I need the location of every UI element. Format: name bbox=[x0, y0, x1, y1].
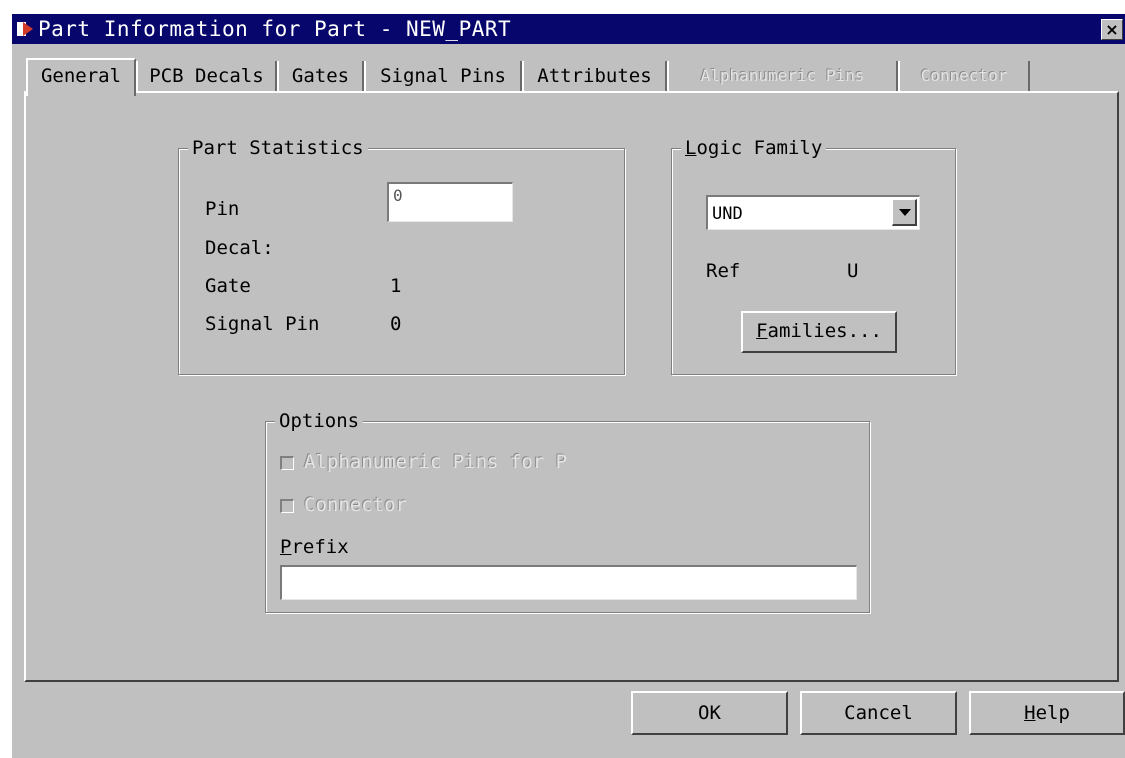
tab-general[interactable]: General bbox=[26, 58, 136, 96]
prefix-label: Prefix bbox=[280, 536, 349, 558]
options-group: Options Alphanumeric Pins for P Connecto… bbox=[265, 409, 870, 613]
close-icon: × bbox=[1105, 20, 1119, 39]
tab-alphanumeric-pins-label: Alphanumeric Pins bbox=[700, 66, 865, 85]
pin-count-value: 0 bbox=[393, 186, 403, 205]
window-title: Part Information for Part - NEW_PART bbox=[38, 17, 512, 41]
pin-label: Pin bbox=[205, 198, 240, 220]
tab-pcb-decals[interactable]: PCB Decals bbox=[136, 61, 277, 93]
title-bar[interactable]: Part Information for Part - NEW_PART × bbox=[12, 14, 1125, 44]
logic-family-title: Logic Family bbox=[681, 136, 827, 160]
cancel-button[interactable]: Cancel bbox=[800, 691, 957, 735]
logic-family-select[interactable]: UND bbox=[706, 195, 920, 230]
signal-pin-label: Signal Pin bbox=[205, 313, 320, 335]
prefix-input[interactable] bbox=[280, 565, 857, 600]
logic-family-selected: UND bbox=[712, 204, 743, 224]
tab-gates-label: Gates bbox=[291, 65, 350, 87]
tab-connector-label: Connector bbox=[920, 66, 1008, 85]
tab-signal-pins[interactable]: Signal Pins bbox=[364, 61, 522, 93]
tab-attributes-label: Attributes bbox=[537, 65, 652, 87]
chevron-down-icon[interactable] bbox=[892, 199, 917, 226]
tab-gates[interactable]: Gates bbox=[277, 61, 364, 93]
signal-pin-value: 0 bbox=[390, 313, 402, 335]
alphanumeric-pins-checkbox[interactable] bbox=[280, 456, 294, 470]
ref-label: Ref bbox=[706, 260, 741, 282]
part-statistics-title: Part Statistics bbox=[188, 136, 368, 160]
help-button[interactable]: Help bbox=[969, 691, 1125, 735]
families-button[interactable]: Families... bbox=[741, 311, 897, 353]
alphanumeric-pins-label: Alphanumeric Pins for P bbox=[304, 451, 568, 473]
connector-checkbox[interactable] bbox=[280, 499, 294, 513]
tab-panel-general: Part Statistics Pin 0 Decal: Gate 1 Sign… bbox=[24, 91, 1119, 682]
gate-value: 1 bbox=[390, 275, 402, 297]
tab-signal-pins-label: Signal Pins bbox=[380, 65, 506, 87]
pin-count-input[interactable]: 0 bbox=[387, 182, 513, 222]
part-statistics-group: Part Statistics Pin 0 Decal: Gate 1 Sign… bbox=[178, 136, 625, 375]
tab-pcb-decals-label: PCB Decals bbox=[149, 65, 264, 87]
tab-general-label: General bbox=[40, 65, 122, 87]
tab-alphanumeric-pins[interactable]: Alphanumeric Pins bbox=[667, 61, 898, 93]
connector-label: Connector bbox=[304, 494, 407, 516]
ref-value: U bbox=[847, 260, 859, 282]
logic-family-group: Logic Family UND Ref U Families... bbox=[671, 136, 956, 375]
tab-attributes[interactable]: Attributes bbox=[522, 61, 667, 93]
ok-button[interactable]: OK bbox=[631, 691, 788, 735]
gate-label: Gate bbox=[205, 275, 251, 297]
app-icon bbox=[17, 22, 33, 36]
close-button[interactable]: × bbox=[1101, 19, 1123, 40]
dialog-window: Part Information for Part - NEW_PART × G… bbox=[12, 14, 1125, 758]
tab-connector[interactable]: Connector bbox=[898, 61, 1030, 93]
options-title: Options bbox=[275, 409, 364, 433]
decal-label: Decal: bbox=[205, 237, 274, 259]
